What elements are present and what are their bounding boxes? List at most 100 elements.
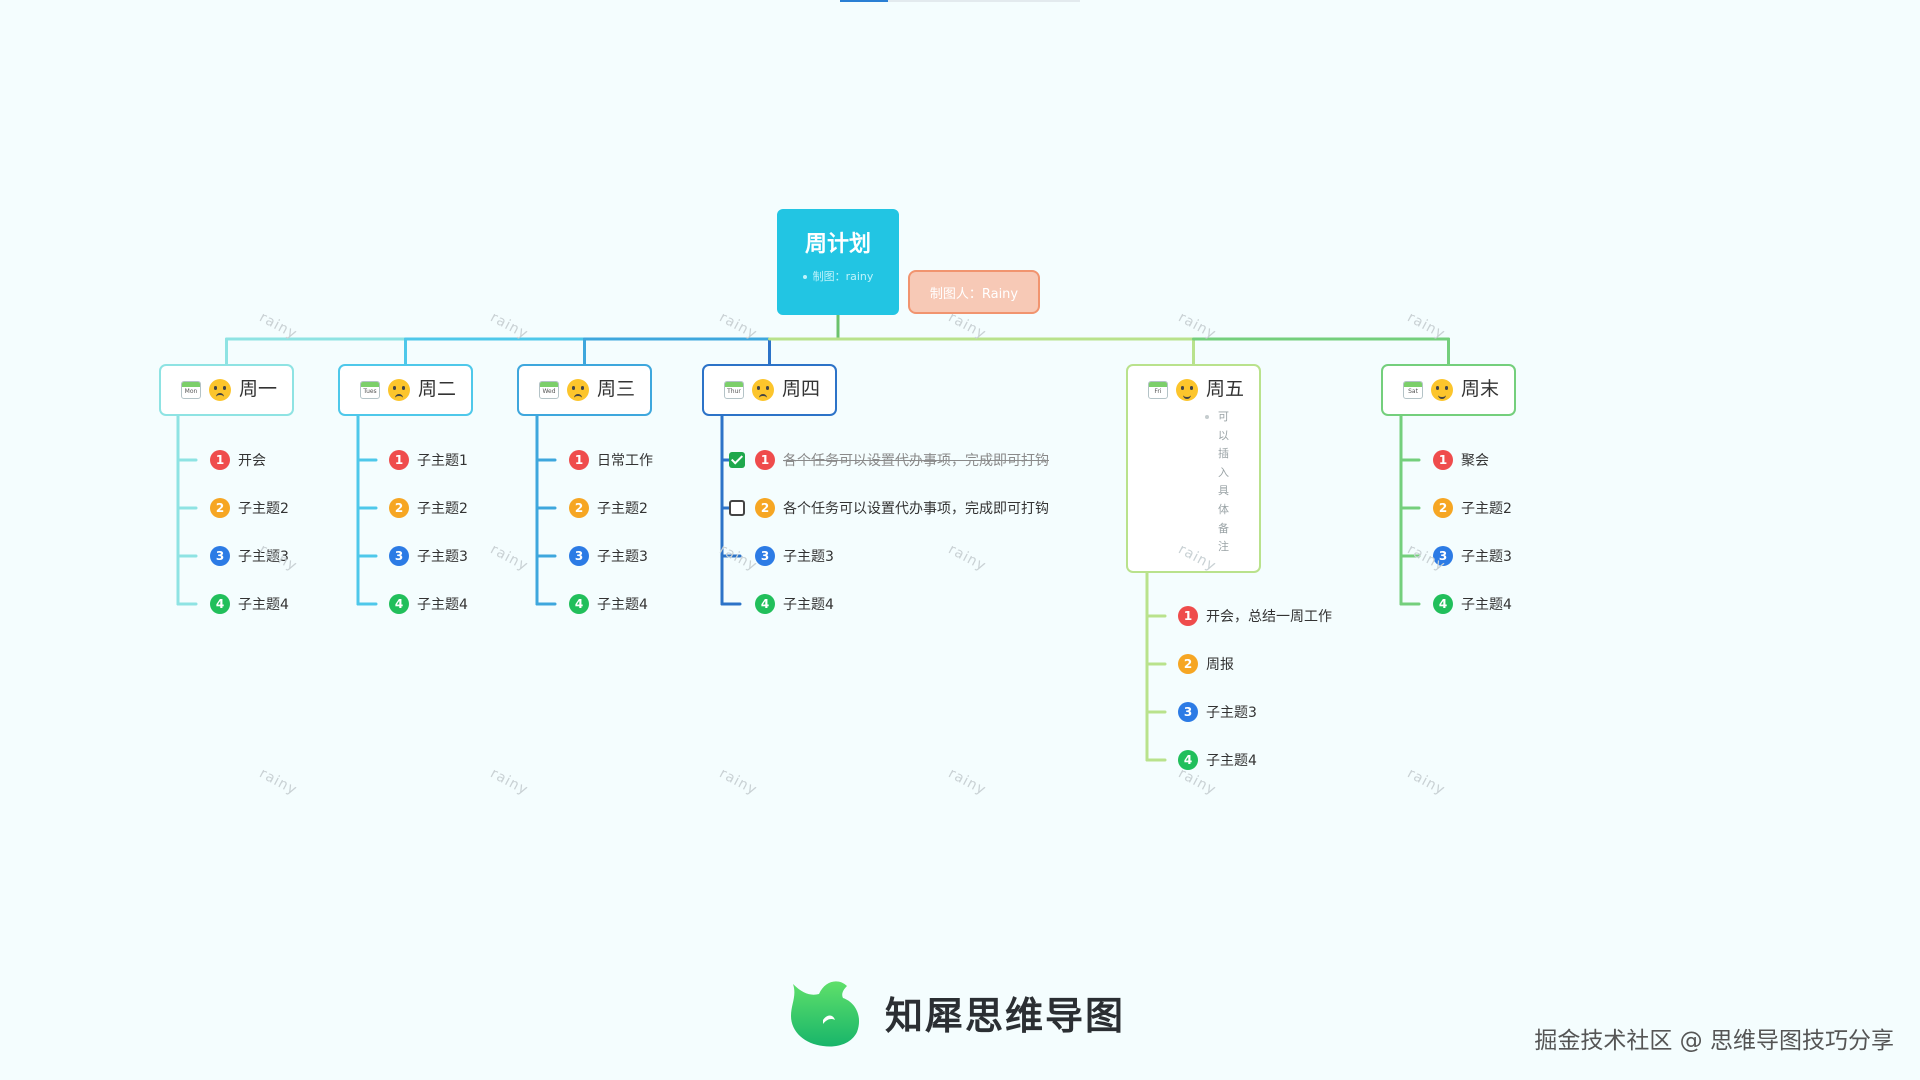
day-label: 周四 bbox=[782, 378, 821, 400]
subtopic-text: 子主题3 bbox=[1206, 705, 1257, 721]
subtopic-text: 子主题3 bbox=[1461, 549, 1512, 565]
priority-3-icon: 3 bbox=[389, 546, 409, 566]
priority-1-icon: 1 bbox=[755, 450, 775, 470]
friday-note: 可以插入具体备注 bbox=[1205, 408, 1229, 557]
subtopic-item[interactable]: 2 子主题2 bbox=[389, 497, 468, 519]
day-label: 周五 bbox=[1206, 378, 1245, 400]
subtopic-text: 子主题2 bbox=[1461, 501, 1512, 517]
subtopic-text: 开会 bbox=[238, 453, 266, 469]
subtopic-item[interactable]: 2 各个任务可以设置代办事项，完成即可打钩 bbox=[729, 497, 1049, 519]
subtopic-item[interactable]: 1 子主题1 bbox=[389, 449, 468, 471]
todo-checked-checkbox[interactable] bbox=[729, 452, 745, 468]
subtopic-item[interactable]: 4 子主题4 bbox=[389, 593, 468, 615]
subtopic-item[interactable]: 1 开会 bbox=[210, 449, 266, 471]
priority-2-icon: 2 bbox=[569, 498, 589, 518]
day-topic-5[interactable]: Fri 周五 bbox=[1126, 364, 1261, 573]
subtopic-text: 子主题4 bbox=[417, 597, 468, 613]
subtopic-text: 子主题4 bbox=[1461, 597, 1512, 613]
priority-1-icon: 1 bbox=[1433, 450, 1453, 470]
subtopic-text: 子主题2 bbox=[238, 501, 289, 517]
day-topic-2[interactable]: Tues 周二 bbox=[338, 364, 473, 416]
subtopic-item[interactable]: 4 子主题4 bbox=[755, 593, 834, 615]
calendar-icon: Fri bbox=[1148, 381, 1168, 399]
calendar-day-text: Mon bbox=[184, 388, 198, 395]
calendar-day-text: Thur bbox=[727, 388, 741, 395]
root-note-text: 制图：rainy bbox=[812, 270, 874, 283]
subtopic-item[interactable]: 2 子主题2 bbox=[210, 497, 289, 519]
day-label: 周末 bbox=[1461, 378, 1500, 400]
emoji-face-icon bbox=[209, 379, 231, 401]
day-label: 周一 bbox=[239, 378, 278, 400]
calendar-icon: Tues bbox=[360, 381, 380, 399]
day-topic-1[interactable]: Mon 周一 bbox=[159, 364, 294, 416]
priority-4-icon: 4 bbox=[389, 594, 409, 614]
subtopic-item[interactable]: 1 聚会 bbox=[1433, 449, 1489, 471]
todo-unchecked-checkbox[interactable] bbox=[729, 500, 745, 516]
subtopic-text: 各个任务可以设置代办事项，完成即可打钩 bbox=[783, 453, 1049, 469]
subtopic-item[interactable]: 2 子主题2 bbox=[569, 497, 648, 519]
subtopic-item[interactable]: 1 日常工作 bbox=[569, 449, 653, 471]
subtopic-text: 子主题3 bbox=[783, 549, 834, 565]
day-label: 周二 bbox=[418, 378, 457, 400]
subtopic-text: 子主题4 bbox=[783, 597, 834, 613]
priority-1-icon: 1 bbox=[569, 450, 589, 470]
priority-1-icon: 1 bbox=[389, 450, 409, 470]
priority-3-icon: 3 bbox=[210, 546, 230, 566]
subtopic-text: 子主题2 bbox=[417, 501, 468, 517]
subtopic-item[interactable]: 4 子主题4 bbox=[1433, 593, 1512, 615]
priority-4-icon: 4 bbox=[755, 594, 775, 614]
subtopic-text: 开会，总结一周工作 bbox=[1206, 609, 1332, 625]
emoji-face-icon bbox=[1431, 379, 1453, 401]
priority-4-icon: 4 bbox=[1433, 594, 1453, 614]
priority-2-icon: 2 bbox=[389, 498, 409, 518]
subtopic-item[interactable]: 3 子主题3 bbox=[1178, 701, 1257, 723]
calendar-icon: Mon bbox=[181, 381, 201, 399]
subtopic-item[interactable]: 1 各个任务可以设置代办事项，完成即可打钩 bbox=[729, 449, 1049, 471]
subtopic-text: 各个任务可以设置代办事项，完成即可打钩 bbox=[783, 501, 1049, 517]
subtopic-text: 子主题4 bbox=[1206, 753, 1257, 769]
calendar-day-text: Fri bbox=[1154, 388, 1162, 395]
subtopic-item[interactable]: 2 子主题2 bbox=[1433, 497, 1512, 519]
calendar-day-text: Tues bbox=[363, 388, 377, 395]
emoji-face-icon bbox=[1176, 379, 1198, 401]
subtopic-item[interactable]: 4 子主题4 bbox=[1178, 749, 1257, 771]
subtopic-item[interactable]: 3 子主题3 bbox=[755, 545, 834, 567]
day-topic-4[interactable]: Thur 周四 bbox=[702, 364, 837, 416]
priority-3-icon: 3 bbox=[569, 546, 589, 566]
priority-2-icon: 2 bbox=[1178, 654, 1198, 674]
rhino-logo-icon bbox=[791, 981, 860, 1047]
mindmap-canvas[interactable]: 周计划 制图：rainy 制图人：Rainy Mon 周一 1 开会 2 子主题2 3 子主题… bbox=[0, 0, 1920, 1080]
subtopic-text: 子主题2 bbox=[597, 501, 648, 517]
priority-1-icon: 1 bbox=[1178, 606, 1198, 626]
day-topic-3[interactable]: Wed 周三 bbox=[517, 364, 652, 416]
brand-logo: 知犀思维导图 bbox=[785, 976, 1125, 1048]
calendar-day-text: Sat bbox=[1408, 388, 1418, 395]
emoji-face-icon bbox=[388, 379, 410, 401]
subtopic-item[interactable]: 1 开会，总结一周工作 bbox=[1178, 605, 1332, 627]
priority-2-icon: 2 bbox=[210, 498, 230, 518]
subtopic-item[interactable]: 2 周报 bbox=[1178, 653, 1234, 675]
subtopic-text: 周报 bbox=[1206, 657, 1234, 673]
root-note: 制图：rainy bbox=[777, 268, 899, 286]
subtopic-item[interactable]: 3 子主题3 bbox=[569, 545, 648, 567]
note-bullet-icon bbox=[802, 275, 807, 279]
root-topic[interactable]: 周计划 制图：rainy bbox=[777, 209, 899, 315]
calendar-icon: Wed bbox=[539, 381, 559, 399]
priority-4-icon: 4 bbox=[569, 594, 589, 614]
calendar-icon: Thur bbox=[724, 381, 744, 399]
calendar-day-text: Wed bbox=[542, 388, 556, 395]
subtopic-text: 子主题1 bbox=[417, 453, 468, 469]
subtopic-item[interactable]: 4 子主题4 bbox=[210, 593, 289, 615]
subtopic-item[interactable]: 3 子主题3 bbox=[389, 545, 468, 567]
subtopic-text: 子主题3 bbox=[417, 549, 468, 565]
emoji-face-icon bbox=[567, 379, 589, 401]
day-topic-6[interactable]: Sat 周末 bbox=[1381, 364, 1516, 416]
priority-1-icon: 1 bbox=[210, 450, 230, 470]
priority-2-icon: 2 bbox=[1433, 498, 1453, 518]
subtopic-item[interactable]: 4 子主题4 bbox=[569, 593, 648, 615]
priority-4-icon: 4 bbox=[210, 594, 230, 614]
subtopic-text: 日常工作 bbox=[597, 453, 653, 469]
subtopic-text: 子主题4 bbox=[238, 597, 289, 613]
maker-callout[interactable]: 制图人：Rainy bbox=[908, 270, 1040, 314]
priority-2-icon: 2 bbox=[755, 498, 775, 518]
